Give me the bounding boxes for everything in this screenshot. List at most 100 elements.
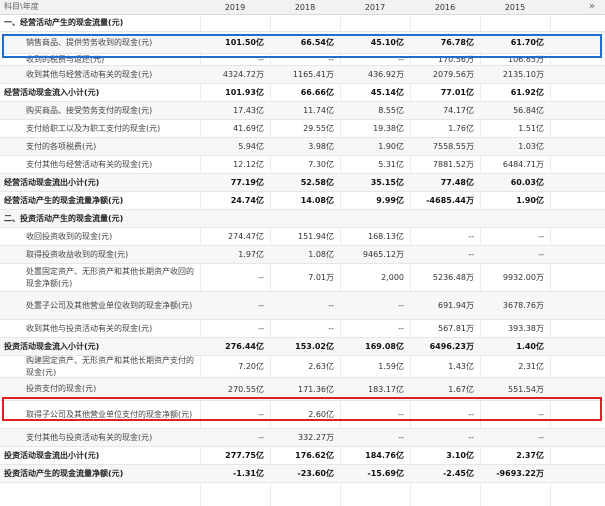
table-row: 一、经营活动产生的现金流量(元) [0,15,605,32]
table-row: 支付其他与投资活动有关的现金(元) -- 332.27万 -- -- -- [0,429,605,447]
row-value-2015: 2.31亿 [518,362,544,371]
year-2017[interactable]: 2017 [340,3,410,12]
row-value-2017: -- [398,55,404,64]
row-value-2015: -- [538,232,544,241]
table-row: 收到其他与经营活动有关的现金(元) 4324.72万 1165.41万 436.92万… [0,66,605,84]
row-value-2016: 1.67亿 [448,384,474,394]
row-value-2016: 77.48亿 [440,178,474,187]
row-value-2019: -- [258,410,264,419]
row-value-2018: 176.62亿 [295,451,334,460]
row-value-2019: 277.75亿 [225,451,264,460]
row-value-2015: 393.38万 [508,324,544,333]
row-value-2018: 66.54亿 [300,38,334,47]
table-row: 投资活动现金流出小计(元) 277.75亿 176.62亿 184.76亿 3.10亿 2… [0,447,605,465]
table-row: 投资活动产生的现金流量净额(元) -1.31亿 -23.60亿 -15.69亿 -2.4… [0,465,605,483]
row-value-2018: 52.58亿 [300,178,334,187]
row-value-2017: 19.38亿 [373,124,404,133]
row-value-2019: 101.93亿 [225,88,264,97]
table-row: 经营活动产生的现金流量净额(元) 24.74亿 14.08亿 9.99亿 -4685.4… [0,192,605,210]
row-label: 收到的税费与返还(元) [26,54,105,64]
table-row: 收回投资收到的现金(元) 274.47亿 151.94亿 168.13亿 -- -- [0,228,605,246]
year-2018[interactable]: 2018 [270,3,340,12]
row-value-2015: 1.51亿 [518,124,544,133]
row-value-2017: 45.10亿 [370,38,404,47]
row-label: 收回投资收到的现金(元) [26,231,113,241]
row-label: 投资活动现金流入小计(元) [4,341,100,351]
row-value-2018: -- [328,55,334,64]
row-value-2016: 1.43亿 [448,362,474,371]
row-value-2017: 169.08亿 [365,342,404,351]
row-value-2018: 1.08亿 [308,250,334,259]
row-label: 经营活动现金流出小计(元) [4,177,100,187]
table-row: 收到其他与投资活动有关的现金(元) -- -- -- 567.81万 393.38万 [0,320,605,338]
row-label: 取得子公司及其他营业单位支付的现金净额(元) [26,409,193,419]
year-2016[interactable]: 2016 [410,3,480,12]
row-value-2015: 551.54万 [508,384,544,394]
row-value-2018: -- [328,324,334,333]
row-value-2019: -- [258,433,264,442]
table-row: 取得子公司及其他营业单位支付的现金净额(元) -- 2.60亿 -- -- -- [0,401,605,429]
row-value-2019: 7.20亿 [238,362,264,371]
year-2019[interactable]: 2019 [200,3,270,12]
row-value-2016: 5236.48万 [432,273,474,282]
double-chevron-right-icon[interactable]: » [589,2,599,12]
row-value-2017: 9465.12万 [362,250,404,259]
row-value-2016: 7881.52万 [432,160,474,169]
row-value-2017: 183.17亿 [368,384,404,394]
row-value-2018: 7.30亿 [308,160,334,169]
row-value-2017: -15.69亿 [367,469,404,478]
row-value-2015: 61.70亿 [510,38,544,47]
row-value-2018: 2.63亿 [308,362,334,371]
row-value-2016: 76.78亿 [440,38,474,47]
row-label: 二、投资活动产生的现金流量(元) [4,213,124,223]
row-value-2016: 2079.56万 [432,70,474,79]
table-row: 购买商品、接受劳务支付的现金(元) 17.43亿 11.74亿 8.55亿 74.17亿… [0,102,605,120]
row-value-2016: 77.01亿 [440,88,474,97]
row-label: 投资支付的现金(元) [26,384,97,393]
row-value-2015: -- [538,433,544,442]
row-value-2016: 567.81万 [438,324,474,333]
row-value-2015: -- [538,410,544,419]
table-row: 处置固定资产、无形资产和其他长期资产收回的现金净额(元) -- 7.01万 2,000… [0,264,605,292]
row-value-2018: 153.02亿 [295,342,334,351]
row-value-2015: 2.37亿 [516,451,544,460]
row-value-2018: 332.27万 [298,433,334,442]
row-value-2016: -2.45亿 [442,469,474,478]
row-value-2015: 6484.71万 [502,160,544,169]
row-value-2018: 66.66亿 [300,88,334,97]
row-value-2016: -- [468,410,474,419]
row-value-2017: 184.76亿 [365,451,404,460]
table-row: 经营活动现金流出小计(元) 77.19亿 52.58亿 35.15亿 77.48亿 60.… [0,174,605,192]
row-label: 收到其他与投资活动有关的现金(元) [26,323,153,333]
row-value-2015: -- [538,250,544,259]
row-value-2017: -- [398,433,404,442]
table-row: 购建固定资产、无形资产和其他长期资产支付的现金(元) 7.20亿 2.63亿 1.59… [0,356,605,378]
row-value-2016: 6496.23万 [429,342,474,351]
row-value-2019: -- [258,324,264,333]
row-value-2016: -- [468,232,474,241]
row-value-2017: -- [398,410,404,419]
row-value-2018: 1165.41万 [292,70,334,79]
row-label: 一、经营活动产生的现金流量(元) [4,18,124,27]
year-2015[interactable]: 2015 [480,3,550,12]
row-label: 经营活动现金流入小计(元) [4,87,100,97]
row-value-2015: 61.92亿 [510,88,544,97]
table-row: 支付给职工以及为职工支付的现金(元) 41.69亿 29.55亿 19.38亿 1.76… [0,120,605,138]
row-value-2017: 9.99亿 [376,196,404,205]
table-row: 处置子公司及其他营业单位收到的现金净额(元) -- -- -- 691.94万 3678.… [0,292,605,320]
row-value-2019: 4324.72万 [222,70,264,79]
table-row: 投资支付的现金(元) 270.55亿 171.36亿 183.17亿 1.67亿 551.… [0,378,605,401]
row-value-2019: -1.31亿 [232,469,264,478]
row-value-2017: 45.14亿 [370,88,404,97]
row-value-2017: 8.55亿 [378,106,404,115]
row-value-2019: -- [258,301,264,310]
row-value-2015: 106.85万 [508,55,544,64]
row-value-2017: 35.15亿 [370,178,404,187]
table-row: 投资活动现金流入小计(元) 276.44亿 153.02亿 169.08亿 6496.2… [0,338,605,356]
header-label: 科目\年度 [4,2,39,11]
row-label: 购建固定资产、无形资产和其他长期资产支付的现金(元) [26,355,194,377]
row-value-2016: 74.17亿 [443,106,474,115]
row-value-2015: 3678.76万 [502,301,544,310]
row-value-2019: 274.47亿 [228,232,264,241]
row-value-2019: 1.97亿 [238,250,264,259]
